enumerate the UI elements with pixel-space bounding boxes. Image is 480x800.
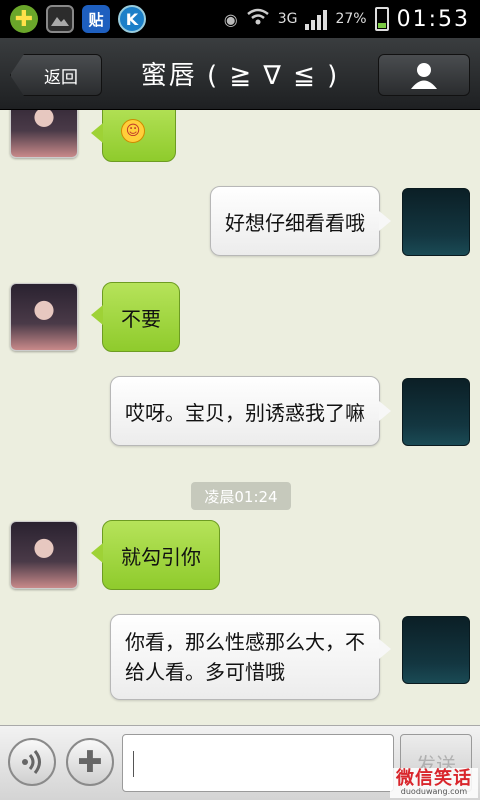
watermark-main: 微信笑话 bbox=[396, 768, 472, 789]
message-text: 就勾引你 bbox=[121, 544, 201, 569]
message-bubble-incoming[interactable]: 不要 bbox=[91, 282, 180, 352]
contact-avatar[interactable] bbox=[10, 110, 78, 158]
add-attachment-button[interactable]: ✚ bbox=[66, 738, 114, 786]
status-bar: ✚ 贴 K ◉ 3G 27% 01:53 bbox=[0, 0, 480, 38]
my-avatar[interactable] bbox=[402, 188, 470, 256]
chat-header: 返回 蜜唇 ( ≧ ∇ ≦ ) bbox=[0, 38, 480, 110]
contact-avatar[interactable] bbox=[10, 283, 78, 351]
wifi-icon bbox=[246, 7, 270, 31]
network-type: 3G bbox=[277, 11, 298, 27]
message-text: 好想仔细看看哦 bbox=[225, 210, 365, 235]
message-bubble-incoming[interactable]: ☺ bbox=[91, 110, 176, 162]
message-bubble-outgoing[interactable]: 好想仔细看看哦 bbox=[210, 186, 391, 256]
my-avatar[interactable] bbox=[402, 616, 470, 684]
plus-icon: ✚ bbox=[77, 744, 103, 780]
my-avatar[interactable] bbox=[402, 378, 470, 446]
message-bubble-outgoing[interactable]: 你看，那么性感那么大，不 给人看。多可惜哦 bbox=[110, 614, 391, 700]
tieba-icon: 贴 bbox=[82, 5, 110, 33]
message-bubble-outgoing[interactable]: 哎呀。宝贝，别诱惑我了嘛 bbox=[110, 376, 391, 446]
message-text: 哎呀。宝贝，别诱惑我了嘛 bbox=[125, 400, 365, 425]
gallery-icon bbox=[46, 5, 74, 33]
clock: 01:53 bbox=[396, 6, 470, 32]
message-timestamp: 凌晨01:24 bbox=[191, 482, 291, 510]
back-button[interactable]: 返回 bbox=[10, 54, 102, 96]
input-bar: ✚ 发送 微信笑话 duoduwang.com bbox=[0, 725, 480, 800]
voice-icon bbox=[22, 750, 41, 774]
message-text: 不要 bbox=[121, 306, 161, 331]
contact-profile-button[interactable] bbox=[378, 54, 470, 96]
message-input[interactable] bbox=[122, 734, 394, 792]
chat-area[interactable]: ☺ 好想仔细看看哦 不要 哎呀。宝贝，别诱惑我了嘛 凌晨01:24 就勾引你 你… bbox=[0, 110, 480, 725]
plus-app-icon: ✚ bbox=[10, 5, 38, 33]
battery-percent: 27% bbox=[335, 11, 367, 27]
message-text-line1: 你看，那么性感那么大，不 bbox=[125, 630, 365, 654]
watermark-url: duoduwang.com bbox=[400, 787, 468, 796]
battery-icon bbox=[374, 7, 389, 31]
signal-icon bbox=[305, 8, 328, 30]
k-app-icon: K bbox=[118, 5, 146, 33]
site-watermark: 微信笑话 duoduwang.com bbox=[390, 768, 478, 798]
voice-button[interactable] bbox=[8, 738, 56, 786]
message-bubble-incoming[interactable]: 就勾引你 bbox=[91, 520, 220, 590]
chat-title: 蜜唇 ( ≧ ∇ ≦ ) bbox=[140, 61, 340, 91]
smiley-emoji-icon: ☺ bbox=[121, 119, 145, 143]
message-text-line2: 给人看。多可惜哦 bbox=[125, 660, 285, 684]
contact-avatar[interactable] bbox=[10, 521, 78, 589]
person-icon bbox=[411, 63, 437, 89]
eye-icon: ◉ bbox=[223, 9, 238, 29]
